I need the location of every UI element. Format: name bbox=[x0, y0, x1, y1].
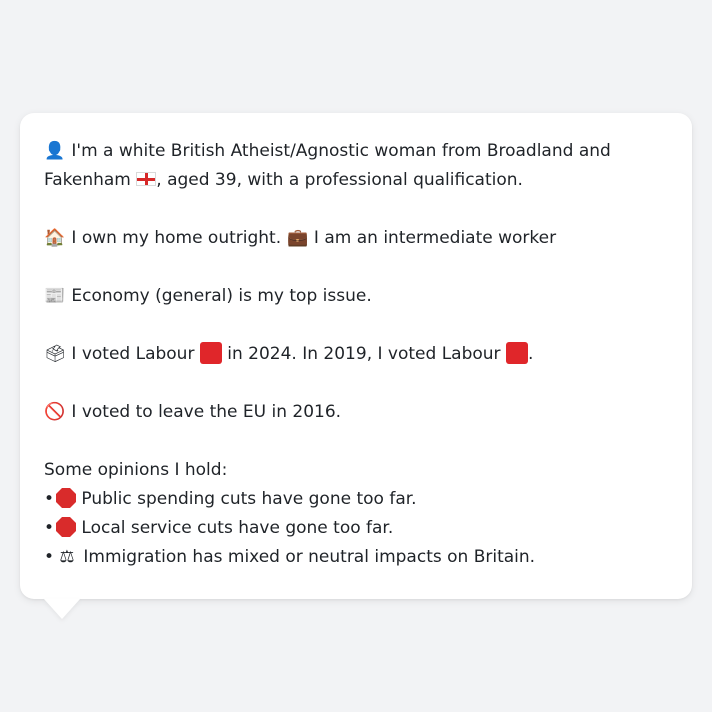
ballot-box-icon: 🗳 bbox=[44, 344, 66, 364]
labour-color-icon bbox=[199, 342, 222, 364]
issue-text: Economy (general) is my top issue. bbox=[66, 286, 372, 306]
housing-text: I own my home outright. bbox=[66, 228, 287, 248]
person-icon: 👤 bbox=[44, 141, 66, 161]
prohibited-icon: 🚫 bbox=[44, 402, 66, 422]
stop-sign-icon bbox=[56, 488, 76, 508]
identity-text-1: I'm a white British Atheist/Agnostic wom… bbox=[66, 141, 611, 161]
vote-text-1: I voted Labour bbox=[66, 344, 200, 364]
newspaper-icon: 📰 bbox=[44, 286, 66, 306]
identity-text-3: , aged 39, with a professional qualifica… bbox=[156, 170, 523, 190]
bullet: • bbox=[44, 518, 55, 538]
eu-text: I voted to leave the EU in 2016. bbox=[66, 402, 342, 422]
briefcase-icon: 💼 bbox=[286, 228, 309, 248]
housing-work-line: 🏠 I own my home outright. 💼 I am an inte… bbox=[44, 224, 668, 253]
opinions-heading: Some opinions I hold: bbox=[44, 460, 228, 480]
bubble-tail bbox=[44, 599, 80, 619]
opinion-text: Public spending cuts have gone too far. bbox=[76, 489, 417, 509]
opinion-item: • Local service cuts have gone too far. bbox=[44, 514, 668, 543]
opinion-item: • Public spending cuts have gone too far… bbox=[44, 485, 668, 514]
eu-line: 🚫 I voted to leave the EU in 2016. bbox=[44, 398, 668, 427]
england-flag-icon bbox=[136, 172, 157, 186]
bullet: • bbox=[44, 489, 55, 509]
stop-sign-icon bbox=[56, 517, 76, 537]
vote-text-3: . bbox=[527, 344, 534, 364]
labour-color-icon bbox=[505, 342, 528, 364]
identity-line: 👤 I'm a white British Atheist/Agnostic w… bbox=[44, 137, 668, 166]
identity-line-2: Fakenham , aged 39, with a professional … bbox=[44, 166, 668, 195]
house-icon: 🏠 bbox=[44, 228, 66, 248]
opinion-item: • ⚖ Immigration has mixed or neutral impa… bbox=[44, 543, 668, 572]
bullet: • bbox=[44, 547, 55, 567]
vote-line: 🗳 I voted Labour in 2024. In 2019, I vot… bbox=[44, 340, 668, 369]
vote-text-2: in 2024. In 2019, I voted Labour bbox=[221, 344, 506, 364]
issue-line: 📰 Economy (general) is my top issue. bbox=[44, 282, 668, 311]
identity-text-2: Fakenham bbox=[44, 170, 137, 190]
scales-icon: ⚖ bbox=[59, 547, 75, 567]
opinion-text: Local service cuts have gone too far. bbox=[76, 518, 394, 538]
opinion-text: Immigration has mixed or neutral impacts… bbox=[78, 547, 536, 567]
work-text: I am an intermediate worker bbox=[308, 228, 557, 248]
message-bubble: 👤 I'm a white British Atheist/Agnostic w… bbox=[20, 113, 692, 599]
